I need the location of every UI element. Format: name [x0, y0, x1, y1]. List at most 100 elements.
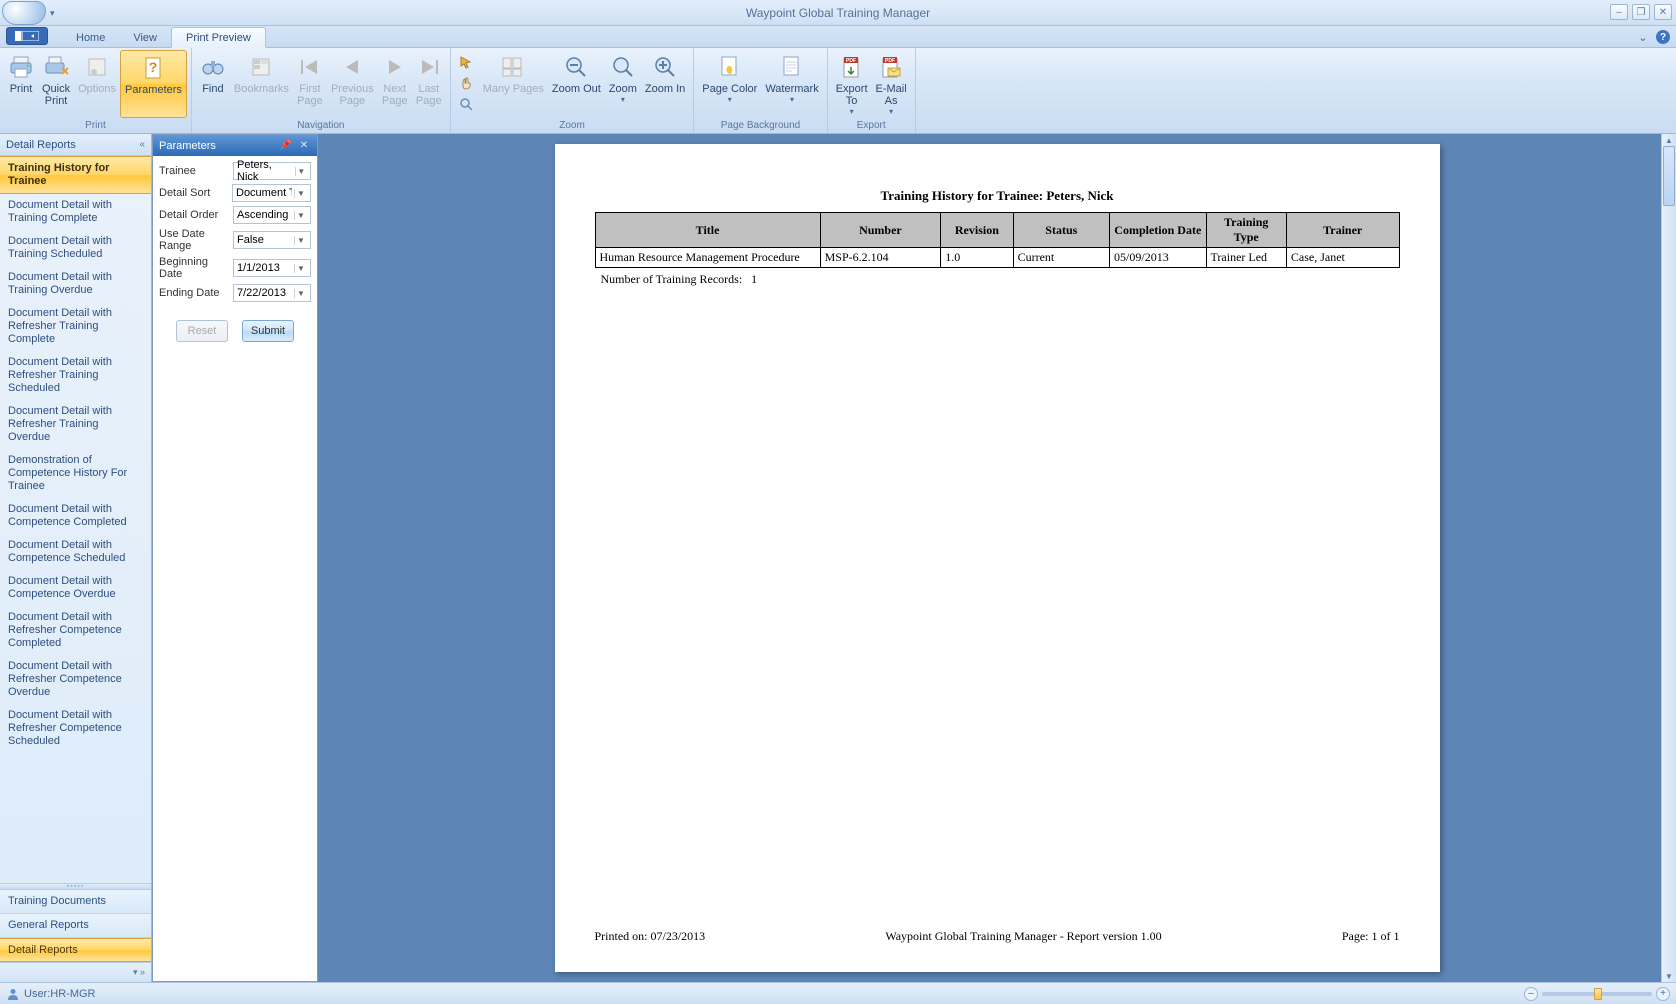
- param-row-date-range: Use Date Range False▼: [159, 228, 311, 252]
- param-label: Ending Date: [159, 287, 233, 299]
- scroll-up-icon[interactable]: ▲: [1662, 134, 1676, 146]
- table-row: Human Resource Management ProcedureMSP-6…: [595, 248, 1399, 268]
- nav-item[interactable]: Demonstration of Competence History For …: [0, 449, 151, 498]
- end-date-input[interactable]: 7/22/2013▼: [233, 284, 311, 302]
- chevron-down-icon: ▾: [790, 95, 794, 104]
- ribbon-minimize-icon[interactable]: ⌄: [1636, 30, 1650, 44]
- page-color-button[interactable]: Page Color ▾: [698, 50, 761, 118]
- submit-button[interactable]: Submit: [242, 320, 294, 342]
- options-button: Options: [74, 50, 120, 118]
- chevron-down-icon: ▾: [889, 107, 893, 116]
- nav-header: Detail Reports «: [0, 134, 151, 156]
- nav-item[interactable]: Document Detail with Refresher Competenc…: [0, 655, 151, 704]
- ribbon-tabstrip: Home View Print Preview ⌄ ?: [0, 26, 1676, 48]
- panel-toggle-button[interactable]: [6, 27, 48, 45]
- nav-item[interactable]: Document Detail with Competence Complete…: [0, 498, 151, 534]
- chevron-down-icon: ▾: [850, 107, 854, 116]
- pointer-tool-button[interactable]: [455, 52, 477, 72]
- nav-item[interactable]: Document Detail with Competence Overdue: [0, 570, 151, 606]
- group-label-background: Page Background: [698, 119, 822, 132]
- table-header-cell: Completion Date: [1110, 213, 1206, 248]
- pin-icon[interactable]: 📌: [279, 139, 293, 153]
- vertical-scrollbar[interactable]: ▲ ▼: [1661, 134, 1676, 982]
- order-dropdown[interactable]: Ascending▼: [233, 206, 311, 224]
- close-panel-icon[interactable]: ✕: [297, 139, 311, 153]
- print-button[interactable]: Print: [4, 50, 38, 118]
- date-range-dropdown[interactable]: False▼: [233, 231, 311, 249]
- nav-item[interactable]: Document Detail with Training Scheduled: [0, 230, 151, 266]
- pdf-email-icon: PDF: [878, 54, 904, 80]
- close-button[interactable]: ✕: [1654, 4, 1672, 20]
- table-cell: Current: [1013, 248, 1109, 268]
- reset-button: Reset: [176, 320, 228, 342]
- nav-item[interactable]: Document Detail with Competence Schedule…: [0, 534, 151, 570]
- nav-section-detail-reports[interactable]: Detail Reports: [0, 938, 151, 962]
- begin-date-input[interactable]: 1/1/2013▼: [233, 259, 311, 277]
- nav-section-training-documents[interactable]: Training Documents: [0, 890, 151, 914]
- report-page: Training History for Trainee: Peters, Ni…: [555, 144, 1440, 972]
- group-label-zoom: Zoom: [455, 119, 690, 132]
- ribbon: Print Quick Print Options ? Parameters P…: [0, 48, 1676, 134]
- param-label: Use Date Range: [159, 228, 233, 252]
- user-icon: [6, 987, 20, 1001]
- zoom-in-button[interactable]: Zoom In: [641, 50, 689, 118]
- nav-configure-button[interactable]: ▾ »: [0, 962, 151, 982]
- left-nav: Detail Reports « Training History for Tr…: [0, 134, 152, 982]
- watermark-button[interactable]: Watermark ▾: [761, 50, 822, 118]
- nav-item[interactable]: Document Detail with Refresher Competenc…: [0, 704, 151, 753]
- nav-item[interactable]: Document Detail with Training Overdue: [0, 266, 151, 302]
- restore-button[interactable]: ❐: [1632, 4, 1650, 20]
- nav-item[interactable]: Document Detail with Refresher Training …: [0, 302, 151, 351]
- printer-icon: [8, 54, 34, 80]
- app-orb-button[interactable]: [2, 1, 46, 25]
- find-button[interactable]: Find: [196, 50, 230, 118]
- group-label-print: Print: [4, 119, 187, 132]
- magnifier-tool-button[interactable]: [455, 94, 477, 114]
- chevron-down-icon: ▼: [294, 264, 307, 273]
- quick-print-button[interactable]: Quick Print: [38, 50, 74, 118]
- collapse-nav-icon[interactable]: «: [139, 139, 145, 150]
- tab-home[interactable]: Home: [62, 28, 119, 47]
- parameters-title-bar: Parameters 📌 ✕: [153, 135, 317, 156]
- nav-splitter[interactable]: ▪▪▪▪▪: [0, 883, 151, 890]
- title-bar: ▾ Waypoint Global Training Manager – ❐ ✕: [0, 0, 1676, 26]
- zoom-slider[interactable]: [1542, 992, 1652, 996]
- preview-scroll[interactable]: Training History for Trainee: Peters, Ni…: [318, 134, 1676, 982]
- email-as-button[interactable]: PDF E-Mail As ▾: [872, 50, 911, 118]
- preview-area: Training History for Trainee: Peters, Ni…: [318, 134, 1676, 982]
- user-label: User:HR-MGR: [24, 988, 96, 1000]
- scroll-thumb[interactable]: [1663, 146, 1675, 206]
- nav-item[interactable]: Document Detail with Refresher Training …: [0, 351, 151, 400]
- param-label: Trainee: [159, 165, 233, 177]
- nav-list: Training History for TraineeDocument Det…: [0, 156, 151, 883]
- hand-tool-button[interactable]: [455, 73, 477, 93]
- help-button[interactable]: ?: [1656, 30, 1670, 44]
- zoom-plus-button[interactable]: +: [1656, 987, 1670, 1001]
- nav-item[interactable]: Document Detail with Refresher Competenc…: [0, 606, 151, 655]
- qat-dropdown-icon[interactable]: ▾: [50, 8, 60, 18]
- nav-section-general-reports[interactable]: General Reports: [0, 914, 151, 938]
- report-table: TitleNumberRevisionStatusCompletion Date…: [595, 212, 1400, 268]
- parameters-button[interactable]: ? Parameters: [120, 50, 187, 118]
- svg-text:PDF: PDF: [885, 58, 895, 64]
- tab-view[interactable]: View: [119, 28, 171, 47]
- nav-item[interactable]: Training History for Trainee: [0, 156, 151, 194]
- scroll-down-icon[interactable]: ▼: [1662, 970, 1676, 982]
- chevron-down-icon: ▼: [294, 236, 307, 245]
- nav-item[interactable]: Document Detail with Training Complete: [0, 194, 151, 230]
- trainee-dropdown[interactable]: Peters, Nick▼: [233, 162, 311, 180]
- zoom-out-button[interactable]: Zoom Out: [548, 50, 605, 118]
- zoom-button[interactable]: Zoom ▾: [605, 50, 641, 118]
- minimize-button[interactable]: –: [1610, 4, 1628, 20]
- tab-print-preview[interactable]: Print Preview: [171, 27, 266, 48]
- zoom-thumb[interactable]: [1594, 988, 1602, 1000]
- chevron-down-icon: ▼: [294, 211, 307, 220]
- table-cell: MSP-6.2.104: [820, 248, 941, 268]
- export-to-button[interactable]: PDF Export To ▾: [832, 50, 872, 118]
- previous-page-button: Previous Page: [327, 50, 378, 118]
- nav-item[interactable]: Document Detail with Refresher Training …: [0, 400, 151, 449]
- zoom-minus-button[interactable]: –: [1524, 987, 1538, 1001]
- many-pages-icon: [500, 54, 526, 80]
- main-area: Detail Reports « Training History for Tr…: [0, 134, 1676, 982]
- sort-dropdown[interactable]: Document Title▼: [232, 184, 311, 202]
